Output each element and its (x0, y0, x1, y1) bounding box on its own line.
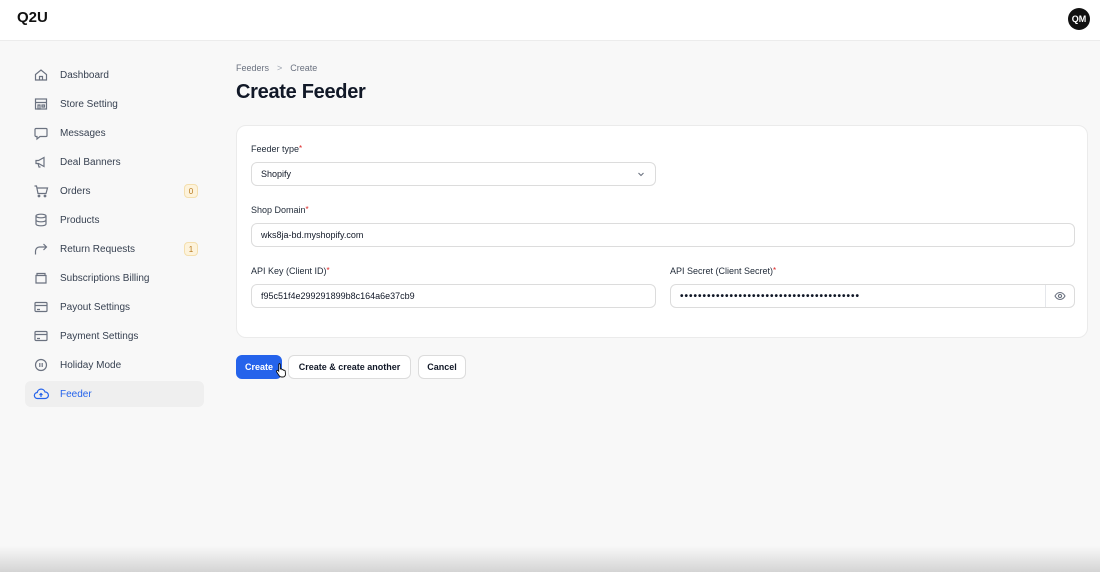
app-logo[interactable]: Q2U (17, 9, 48, 26)
required-mark: * (326, 266, 330, 275)
sidebar-item-label: Dashboard (60, 69, 109, 81)
sidebar-item-label: Return Requests (60, 243, 136, 255)
breadcrumb-feeders-link[interactable]: Feeders (236, 63, 269, 73)
sidebar-item-return-requests[interactable]: Return Requests 1 (25, 236, 204, 262)
billing-icon (33, 270, 49, 286)
breadcrumb-separator: > (277, 63, 283, 73)
shop-domain-input[interactable]: wks8ja-bd.myshopify.com (251, 223, 1075, 247)
toggle-visibility-button[interactable] (1045, 285, 1074, 307)
api-key-value: f95c51f4e299291899b8c164a6e37cb9 (261, 291, 415, 301)
top-bar: Q2U QM (0, 0, 1100, 41)
api-secret-label-text: API Secret (Client Secret) (670, 266, 774, 276)
sidebar-item-products[interactable]: Products (25, 207, 204, 233)
api-secret-value: •••••••••••••••••••••••••••••••••••••••• (680, 290, 861, 302)
sidebar-item-label: Feeder (60, 388, 92, 400)
user-avatar[interactable]: QM (1068, 8, 1090, 30)
cart-icon (33, 183, 49, 199)
breadcrumb-current: Create (290, 63, 318, 73)
shop-domain-label: Shop Domain* (251, 205, 309, 215)
orders-count-badge: 0 (184, 184, 198, 198)
sidebar-item-label: Store Setting (60, 98, 118, 110)
feeder-type-select[interactable]: Shopify (251, 162, 656, 186)
sidebar-item-label: Products (60, 214, 100, 226)
api-secret-input[interactable]: •••••••••••••••••••••••••••••••••••••••• (670, 284, 1075, 308)
card-icon (33, 328, 49, 344)
eye-icon (1054, 291, 1066, 301)
shop-domain-label-text: Shop Domain (251, 205, 306, 215)
shop-domain-value: wks8ja-bd.myshopify.com (261, 230, 364, 240)
feeder-type-label-text: Feeder type (251, 144, 300, 154)
sidebar-item-payment-settings[interactable]: Payment Settings (25, 323, 204, 349)
cloud-upload-icon (33, 386, 49, 402)
return-requests-count-badge: 1 (184, 242, 198, 256)
hand-pointer-icon (276, 363, 286, 378)
sidebar-item-label: Payment Settings (60, 330, 139, 342)
required-mark: * (299, 144, 303, 153)
pause-circle-icon (33, 357, 49, 373)
chat-icon (33, 125, 49, 141)
card-icon (33, 299, 49, 315)
sidebar-item-label: Deal Banners (60, 156, 121, 168)
feeder-type-value: Shopify (261, 169, 292, 179)
sidebar-item-orders[interactable]: Orders 0 (25, 178, 204, 204)
sidebar-item-label: Subscriptions Billing (60, 272, 150, 284)
return-arrow-icon (33, 241, 49, 257)
store-icon (33, 96, 49, 112)
sidebar-item-deal-banners[interactable]: Deal Banners (25, 149, 204, 175)
home-icon (33, 67, 49, 83)
sidebar-item-label: Payout Settings (60, 301, 131, 313)
create-and-create-another-button[interactable]: Create & create another (288, 355, 411, 379)
sidebar-item-dashboard[interactable]: Dashboard (25, 62, 204, 88)
api-key-input[interactable]: f95c51f4e299291899b8c164a6e37cb9 (251, 284, 656, 308)
megaphone-icon (33, 154, 49, 170)
sidebar-item-label: Messages (60, 127, 106, 139)
breadcrumb: Feeders > Create (236, 63, 317, 73)
form-card: Feeder type* Shopify Shop Domain* wks8ja… (236, 125, 1088, 338)
sidebar-item-messages[interactable]: Messages (25, 120, 204, 146)
sidebar-item-label: Orders (60, 185, 91, 197)
sidebar-item-label: Holiday Mode (60, 359, 122, 371)
sidebar-item-subscriptions-billing[interactable]: Subscriptions Billing (25, 265, 204, 291)
sidebar-item-feeder[interactable]: Feeder (25, 381, 204, 407)
api-key-label-text: API Key (Client ID) (251, 266, 327, 276)
page-title: Create Feeder (236, 81, 366, 103)
required-mark: * (773, 266, 777, 275)
sidebar-item-payout-settings[interactable]: Payout Settings (25, 294, 204, 320)
feeder-type-label: Feeder type* (251, 144, 302, 154)
api-key-label: API Key (Client ID)* (251, 266, 330, 276)
cancel-button[interactable]: Cancel (418, 355, 466, 379)
required-mark: * (305, 205, 309, 214)
sidebar-item-store-setting[interactable]: Store Setting (25, 91, 204, 117)
sidebar-item-holiday-mode[interactable]: Holiday Mode (25, 352, 204, 378)
bottom-shadow (0, 546, 1100, 572)
api-secret-label: API Secret (Client Secret)* (670, 266, 776, 276)
database-icon (33, 212, 49, 228)
chevron-down-icon (638, 172, 644, 177)
